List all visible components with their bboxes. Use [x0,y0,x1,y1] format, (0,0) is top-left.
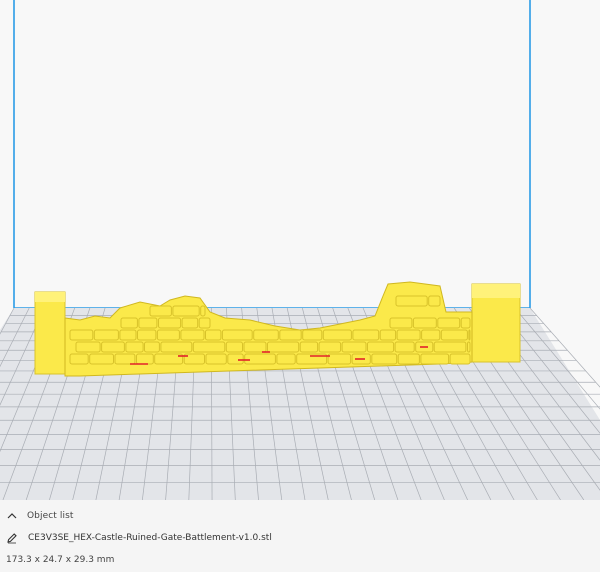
pencil-icon[interactable] [6,532,18,544]
chevron-up-icon[interactable] [6,510,18,522]
model-stone [125,341,144,353]
model-stone [322,329,352,341]
model-stone [244,353,276,365]
model-pillar-left-top [35,292,65,302]
model-stone [69,353,89,365]
model-stone [205,353,227,365]
model-stone [437,317,461,329]
model-stone [318,341,342,353]
model-stone [149,305,172,317]
model-stone [93,329,119,341]
model-stone [421,329,441,341]
object-list-panel: Object list CE3V3SE_HEX-Castle-Ruined-Ga… [0,500,600,572]
model-pillar-right-top [472,284,520,298]
model-stone [394,341,415,353]
model-stone [101,341,125,353]
build-volume [13,0,531,309]
object-list-item[interactable]: CE3V3SE_HEX-Castle-Ruined-Gate-Battlemen… [6,530,272,546]
model-stone [156,329,180,341]
model-stone [397,353,420,365]
model-stone [467,341,471,353]
model-stone [379,329,397,341]
model-stone [299,341,319,353]
scene-canvas[interactable] [0,0,600,500]
model-stone [225,341,244,353]
model-stone [433,341,467,353]
model-stone [420,353,450,365]
model-stone [160,341,193,353]
model-stone [75,341,101,353]
model-stone [114,353,136,365]
model-stone [371,353,398,365]
model-stone [198,317,211,329]
model-stone [395,295,428,307]
model-stone [389,317,413,329]
model-stone [243,341,267,353]
model-stone [89,353,114,365]
model-stone [158,317,182,329]
model-stone [276,353,296,365]
model-stone [136,353,154,365]
model-stone [327,353,352,365]
model-stone [449,353,471,365]
model-stone [119,329,137,341]
model-stone [137,329,157,341]
model-stone [428,295,441,307]
model-stone [440,329,468,341]
object-file-name: CE3V3SE_HEX-Castle-Ruined-Gate-Battlemen… [28,533,272,543]
object-list-title: Object list [27,511,74,521]
model-stone [460,317,471,329]
model-stone [468,329,471,341]
model-stone [253,329,279,341]
object-list-header[interactable]: Object list [6,508,74,524]
model-stone [180,329,205,341]
model-stone [221,329,253,341]
model-stone [192,341,226,353]
model-stone [367,341,395,353]
model-stone [181,317,199,329]
model-stone [172,305,200,317]
object-dimensions: 173.3 x 24.7 x 29.3 mm [6,555,115,565]
model-stone [396,329,421,341]
model-stone [267,341,300,353]
model-stone [279,329,302,341]
model-stone [227,353,244,365]
3d-viewport[interactable] [0,0,600,500]
model-stone [120,317,138,329]
model-castle-battlement[interactable] [34,281,521,377]
model-stone [412,317,437,329]
model-stone [69,329,94,341]
model-stone [352,329,380,341]
model-stone [205,329,222,341]
model-stone [341,341,367,353]
model-stone [200,305,206,317]
model-stone [138,317,158,329]
model-pillar-left [34,291,66,375]
model-stone [144,341,160,353]
model-stone [302,329,323,341]
